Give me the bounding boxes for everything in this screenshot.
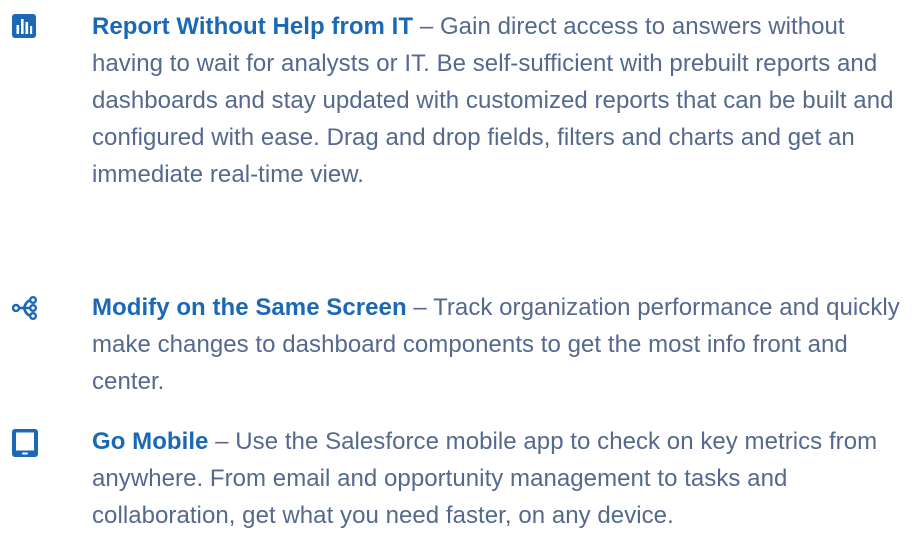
feature-title: Go Mobile — [92, 428, 209, 455]
feature-title: Report Without Help from IT — [92, 13, 414, 40]
feature-text: Go Mobile – Use the Salesforce mobile ap… — [92, 423, 914, 534]
feature-title: Modify on the Same Screen — [92, 294, 407, 321]
network-nodes-icon — [12, 296, 38, 320]
feature-separator: – — [413, 13, 440, 40]
feature-text: Modify on the Same Screen – Track organi… — [92, 289, 914, 400]
feature-separator: – — [406, 294, 434, 321]
bar-chart-icon — [12, 14, 36, 38]
feature-separator: – — [208, 428, 236, 455]
mobile-device-icon — [12, 429, 38, 457]
feature-text: Report Without Help from IT – Gain direc… — [92, 8, 914, 193]
